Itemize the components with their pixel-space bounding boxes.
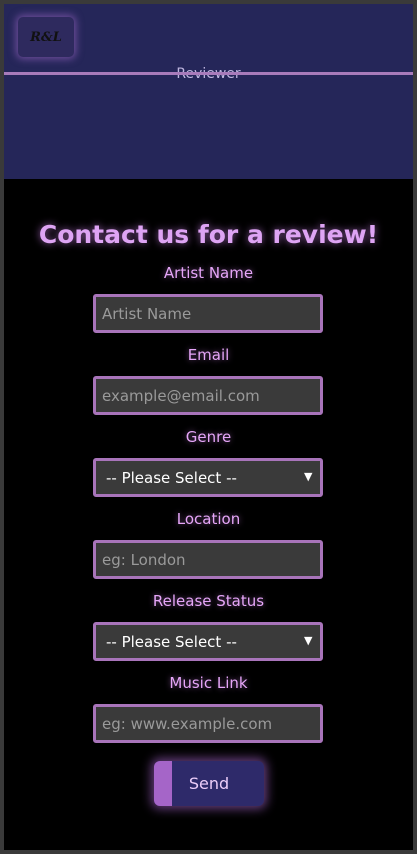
genre-select[interactable]: -- Please Select --	[93, 458, 323, 497]
email-label: Email	[187, 346, 230, 364]
page-title: Contact us for a review!	[38, 220, 379, 249]
location-input[interactable]	[93, 540, 323, 579]
music-link-input[interactable]	[93, 704, 323, 743]
artist-name-input[interactable]	[93, 294, 323, 333]
artist-name-label: Artist Name	[163, 264, 254, 282]
send-button-label: Send	[188, 774, 230, 793]
header-partial-text: Reviewer	[4, 60, 413, 78]
send-button[interactable]: Send	[154, 761, 264, 806]
logo-button[interactable]: R&L	[18, 17, 74, 57]
header-divider	[4, 72, 413, 75]
release-status-label: Release Status	[152, 592, 265, 610]
release-status-select[interactable]: -- Please Select --	[93, 622, 323, 661]
genre-label: Genre	[185, 428, 232, 446]
site-header: Reviewer R&L	[4, 4, 413, 179]
send-button-accent	[154, 761, 172, 806]
email-input[interactable]	[93, 376, 323, 415]
location-label: Location	[176, 510, 241, 528]
logo-icon: R&L	[30, 29, 62, 45]
music-link-label: Music Link	[169, 674, 248, 692]
